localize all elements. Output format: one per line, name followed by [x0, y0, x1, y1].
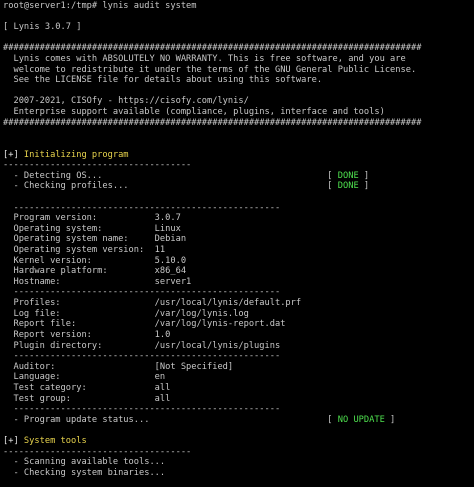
- info-plugin-directory: Plugin directory: /usr/local/lynis/plugi…: [3, 340, 281, 351]
- status-done: DONE: [337, 181, 359, 192]
- check-label: - Checking profiles... [: [3, 181, 338, 192]
- banner-notice: welcome to redistribute it under the ter…: [3, 64, 417, 75]
- check-program-update: - Program update status... [ NO UPDATE ]: [3, 415, 474, 426]
- info-kernel-version: Kernel version: 5.10.0: [3, 255, 187, 266]
- check-scanning-tools: - Scanning available tools...: [3, 457, 166, 468]
- info-hostname: Hostname: server1: [3, 276, 192, 287]
- status-no-update: NO UPDATE: [337, 414, 385, 425]
- section-header-initializing: [+] Initializing program: [3, 150, 474, 161]
- info-profiles: Profiles: /usr/local/lynis/default.prf: [3, 298, 302, 309]
- info-program-version: Program version: 3.0.7: [3, 213, 181, 224]
- info-os-version: Operating system version: 11: [3, 245, 166, 256]
- section-rule: ------------------------------------: [3, 160, 192, 171]
- check-label: - Detecting OS... [: [3, 170, 338, 181]
- section-title: System tools: [18, 435, 87, 446]
- banner-hash-line: ########################################…: [3, 43, 422, 54]
- banner-notice: Lynis comes with ABSOLUTELY NO WARRANTY.…: [3, 54, 406, 65]
- info-auditor: Auditor: [Not Specified]: [3, 361, 234, 372]
- command-prompt: root@server1:/tmp# lynis audit system: [3, 1, 197, 11]
- banner-support: Enterprise support available (compliance…: [3, 107, 385, 118]
- banner-hash-line: ########################################…: [3, 117, 422, 128]
- banner-notice: See the LICENSE file for details about u…: [3, 75, 323, 86]
- terminal-window[interactable]: root@server1:/tmp# lynis audit system [ …: [0, 0, 474, 487]
- section-marker: [+]: [3, 435, 19, 446]
- banner-copyright: 2007-2021, CISOfy - https://cisofy.com/l…: [3, 96, 249, 107]
- info-log-file: Log file: /var/log/lynis.log: [3, 308, 249, 319]
- info-rule: ----------------------------------------…: [3, 404, 281, 415]
- info-report-file: Report file: /var/log/lynis-report.dat: [3, 319, 286, 330]
- check-label: - Program update status... [: [3, 414, 338, 425]
- status-done: DONE: [337, 170, 359, 181]
- info-operating-system: Operating system: Linux: [3, 223, 181, 234]
- section-title: Initializing program: [18, 149, 129, 160]
- info-report-version: Report version: 1.0: [3, 329, 171, 340]
- info-language: Language: en: [3, 372, 166, 383]
- banner-version: [ Lynis 3.0.7 ]: [3, 22, 82, 33]
- status-bracket: ]: [358, 170, 370, 181]
- check-checking-profiles: - Checking profiles... [ DONE ]: [3, 181, 474, 192]
- section-rule: ------------------------------------: [3, 446, 192, 457]
- status-bracket: ]: [384, 414, 396, 425]
- info-hardware-platform: Hardware platform: x86_64: [3, 266, 187, 277]
- info-rule: ----------------------------------------…: [3, 351, 281, 362]
- section-marker: [+]: [3, 149, 19, 160]
- status-bracket: ]: [358, 181, 370, 192]
- info-rule: ----------------------------------------…: [3, 287, 281, 298]
- check-system-binaries: - Checking system binaries...: [3, 467, 166, 478]
- info-os-name: Operating system name: Debian: [3, 234, 187, 245]
- info-test-category: Test category: all: [3, 382, 171, 393]
- section-header-system-tools: [+] System tools: [3, 436, 474, 447]
- info-rule: ----------------------------------------…: [3, 202, 281, 213]
- info-test-group: Test group: all: [3, 393, 171, 404]
- check-detecting-os: - Detecting OS... [ DONE ]: [3, 171, 474, 182]
